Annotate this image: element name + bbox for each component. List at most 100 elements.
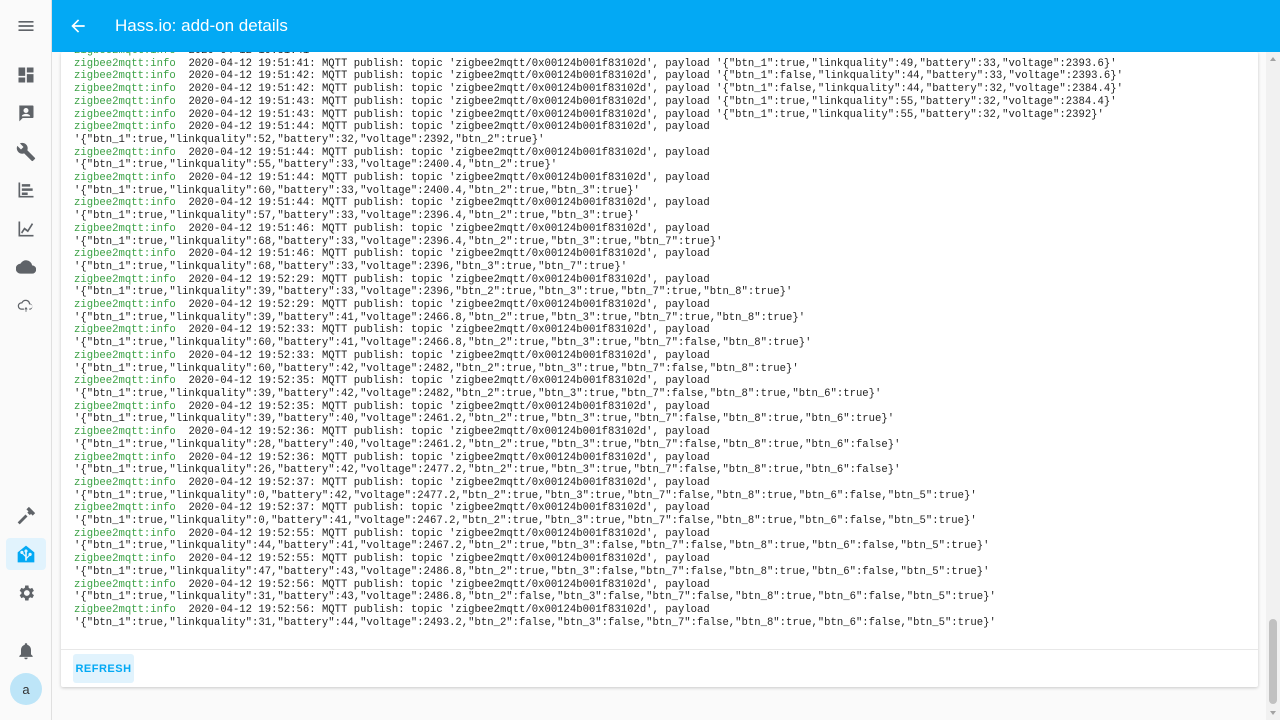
log-payload: '{"btn_1":true,"linkquality":60,"battery…	[74, 184, 640, 197]
log-payload: '{"btn_1":true,"linkquality":0,"battery"…	[74, 489, 977, 502]
log-message: MQTT publish: topic 'zigbee2mqtt/0x00124…	[321, 502, 710, 515]
log-level: zigbee2mqtt:info	[74, 527, 176, 540]
log-message: MQTT publish: topic 'zigbee2mqtt/0x00124…	[321, 222, 710, 235]
back-arrow-icon[interactable]	[66, 14, 90, 38]
log-message: MQTT publish: topic 'zigbee2mqtt/0x00124…	[321, 400, 710, 413]
log-line: zigbee2mqtt:info 2020-04-12 19:52:35: MQ…	[74, 375, 710, 388]
log-level: zigbee2mqtt:info	[74, 95, 176, 108]
log-message: MQTT publish: topic 'zigbee2mqtt/0x00124…	[321, 578, 710, 591]
log-payload: '{"btn_1":true,"linkquality":47,"battery…	[74, 565, 990, 578]
log-line-continuation: '{"btn_1":true,"linkquality":26,"battery…	[74, 464, 1254, 477]
log-timestamp: 2020-04-12 19:51:42	[188, 83, 310, 96]
log-line: zigbee2mqtt:info 2020-04-12 19:51:44: MQ…	[74, 121, 710, 134]
log-level: zigbee2mqtt:info	[74, 273, 176, 286]
log-line: zigbee2mqtt:info 2020-04-12 19:51:44: MQ…	[74, 146, 710, 159]
log-line: zigbee2mqtt:info 2020-04-12 19:51:43: MQ…	[74, 108, 1104, 121]
log-payload: '{"btn_1":true,"linkquality":44,"battery…	[74, 540, 990, 553]
log-level: zigbee2mqtt:info	[74, 578, 176, 591]
log-level: zigbee2mqtt:info	[74, 324, 176, 337]
log-timestamp: 2020-04-12 19:51:43	[188, 108, 310, 121]
log-timestamp: 2020-04-12 19:51:46	[188, 222, 310, 235]
log-line: zigbee2mqtt:info 2020-04-12 19:52:56: MQ…	[74, 603, 710, 616]
log-line-continuation: '{"btn_1":true,"linkquality":47,"battery…	[74, 566, 1254, 579]
log-level: zigbee2mqtt:info	[74, 57, 176, 70]
log-timestamp: 2020-04-12 19:51:44	[188, 146, 310, 159]
page-scrollbar[interactable]	[1266, 52, 1280, 720]
log-payload: '{"btn_1":true,"linkquality":39,"battery…	[74, 311, 806, 324]
log-line: zigbee2mqtt:info 2020-04-12 19:52:56: MQ…	[74, 578, 710, 591]
log-line: zigbee2mqtt:info 2020-04-12 19:51:46: MQ…	[74, 248, 710, 261]
log-line-continuation: '{"btn_1":true,"linkquality":39,"battery…	[74, 388, 1254, 401]
log-message: MQTT publish: topic 'zigbee2mqtt/0x00124…	[321, 299, 710, 312]
log-timestamp: 2020-04-12 19:52:56	[188, 603, 310, 616]
overview-icon[interactable]	[6, 59, 46, 91]
developer-tools-hammer-icon[interactable]	[6, 500, 46, 532]
log-message: MQTT publish: topic 'zigbee2mqtt/0x00124…	[321, 197, 710, 210]
configuration-wrench-icon[interactable]	[6, 136, 46, 168]
history-icon[interactable]	[6, 174, 46, 206]
page-title: Hass.io: add-on details	[115, 16, 288, 35]
log-message: MQTT publish: topic 'zigbee2mqtt/0x00124…	[321, 121, 710, 134]
log-message: MQTT publish: topic 'zigbee2mqtt/0x00124…	[321, 426, 710, 439]
log-line-continuation: '{"btn_1":true,"linkquality":0,"battery"…	[74, 490, 1254, 503]
settings-gear-icon[interactable]	[6, 577, 46, 609]
log-line: zigbee2mqtt:info 2020-04-12 19:51:42: MQ…	[74, 70, 1123, 83]
scrollbar-thumb[interactable]	[1269, 619, 1277, 704]
log-line: zigbee2mqtt:info 2020-04-12 19:52:33: MQ…	[74, 324, 710, 337]
log-line: zigbee2mqtt:info 2020-04-12 19:51:46: MQ…	[74, 222, 710, 235]
refresh-button[interactable]: REFRESH	[73, 654, 134, 683]
log-level: zigbee2mqtt:info	[74, 222, 176, 235]
log-level: zigbee2mqtt:info	[74, 83, 176, 96]
log-level: zigbee2mqtt:info	[74, 400, 176, 413]
menu-icon[interactable]	[6, 10, 46, 42]
log-timestamp: 2020-04-12 19:51:41	[188, 52, 309, 57]
avatar[interactable]: a	[10, 673, 42, 705]
log-line: zigbee2mqtt:info 2020-04-12 19:51:43: MQ…	[74, 95, 1117, 108]
log-line: zigbee2mqtt:info 2020-04-12 19:52:55: MQ…	[74, 527, 710, 540]
logbook-icon[interactable]	[6, 97, 46, 129]
log-level: zigbee2mqtt:info	[74, 70, 176, 83]
log-output: zigbee2mqtt:info 2020-04-12 19:51:41 zigb…	[74, 52, 1254, 638]
log-line: zigbee2mqtt:info 2020-04-12 19:51:44: MQ…	[74, 197, 710, 210]
log-timestamp: 2020-04-12 19:52:35	[188, 375, 310, 388]
log-payload: '{"btn_1":true,"linkquality":28,"battery…	[74, 438, 901, 451]
log-line: zigbee2mqtt:info 2020-04-12 19:52:36: MQ…	[74, 451, 710, 464]
chart-icon[interactable]	[6, 213, 46, 245]
log-payload: '{"btn_1":true,"linkquality":60,"battery…	[74, 337, 812, 350]
log-level: zigbee2mqtt:info	[74, 52, 176, 57]
log-payload: '{"btn_1":true,"linkquality":31,"battery…	[74, 616, 996, 629]
log-timestamp: 2020-04-12 19:52:36	[188, 451, 310, 464]
log-timestamp: 2020-04-12 19:52:37	[188, 476, 310, 489]
log-message: MQTT publish: topic 'zigbee2mqtt/0x00124…	[321, 324, 710, 337]
log-level: zigbee2mqtt:info	[74, 375, 176, 388]
log-level: zigbee2mqtt:info	[74, 426, 176, 439]
log-timestamp: 2020-04-12 19:52:37	[188, 502, 310, 515]
log-line-continuation: '{"btn_1":true,"linkquality":60,"battery…	[74, 337, 1254, 350]
log-level: zigbee2mqtt:info	[74, 451, 176, 464]
log-level: zigbee2mqtt:info	[74, 248, 176, 261]
log-payload: '{"btn_1":true,"linkquality":39,"battery…	[74, 286, 793, 299]
log-line: zigbee2mqtt:info 2020-04-12 19:52:35: MQ…	[74, 400, 710, 413]
log-timestamp: 2020-04-12 19:52:56	[188, 578, 310, 591]
log-level: zigbee2mqtt:info	[74, 553, 176, 566]
log-payload: '{"btn_1":true,"linkquality":52,"battery…	[74, 133, 545, 146]
log-message: MQTT publish: topic 'zigbee2mqtt/0x00124…	[321, 83, 1123, 96]
log-message: MQTT publish: topic 'zigbee2mqtt/0x00124…	[321, 70, 1123, 83]
log-payload: '{"btn_1":true,"linkquality":68,"battery…	[74, 260, 628, 273]
hassio-icon[interactable]	[6, 538, 46, 570]
sidebar: a	[0, 0, 52, 720]
scroll-up-arrow-icon[interactable]	[1270, 57, 1276, 61]
log-level: zigbee2mqtt:info	[74, 108, 176, 121]
log-message: MQTT publish: topic 'zigbee2mqtt/0x00124…	[321, 95, 1117, 108]
notifications-bell-icon[interactable]	[6, 635, 46, 667]
log-message: MQTT publish: topic 'zigbee2mqtt/0x00124…	[321, 57, 1117, 70]
cloud-icon[interactable]	[6, 251, 46, 283]
log-line: zigbee2mqtt:info 2020-04-12 19:52:55: MQ…	[74, 553, 710, 566]
log-line-continuation: '{"btn_1":true,"linkquality":44,"battery…	[74, 540, 1254, 553]
log-line: zigbee2mqtt:info 2020-04-12 19:52:37: MQ…	[74, 476, 710, 489]
log-level: zigbee2mqtt:info	[74, 172, 176, 185]
log-message: MQTT publish: topic 'zigbee2mqtt/0x00124…	[321, 375, 710, 388]
scroll-down-arrow-icon[interactable]	[1270, 711, 1276, 715]
log-level: zigbee2mqtt:info	[74, 349, 176, 362]
cloud-sync-icon[interactable]	[6, 290, 46, 322]
